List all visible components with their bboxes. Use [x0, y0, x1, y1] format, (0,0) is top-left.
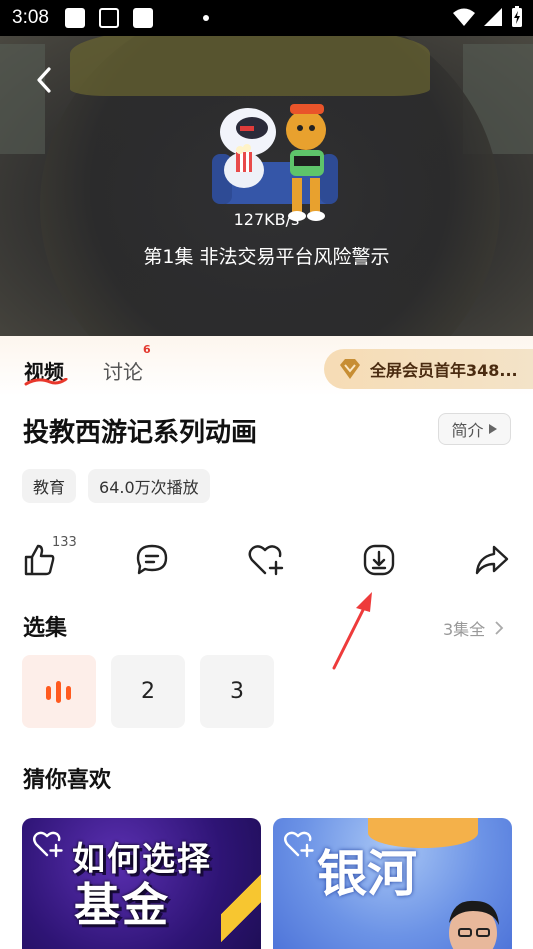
action-bar — [0, 540, 533, 586]
download-speed: 127KB/s — [233, 210, 300, 229]
recommend-card-2[interactable]: 银河 — [273, 818, 512, 949]
episode-2-button[interactable]: 2 — [111, 655, 185, 728]
recommend-card-1-line1: 如何选择 — [72, 839, 212, 878]
status-time: 3:08 — [12, 7, 49, 28]
favorite-button[interactable] — [246, 540, 286, 580]
share-button[interactable] — [472, 540, 512, 580]
tab-active-underline — [24, 378, 68, 386]
presenter-image — [449, 900, 499, 949]
battery-icon — [512, 6, 522, 27]
bg-window-left — [0, 44, 45, 154]
annotation-arrow-icon — [332, 592, 372, 670]
notification-icon-2 — [133, 8, 153, 28]
add-favorite-icon[interactable] — [283, 828, 315, 860]
back-button[interactable] — [28, 64, 60, 96]
content-tabs: 视频 讨论 6 全屏会员首年348... — [0, 336, 533, 396]
recommend-card-2-title: 银河 — [317, 845, 417, 903]
download-icon — [363, 544, 395, 576]
intro-button[interactable]: 简介 — [438, 413, 511, 445]
share-icon — [475, 545, 509, 575]
video-frame-hat — [70, 36, 430, 96]
tag-list: 教育 64.0万次播放 — [22, 469, 210, 503]
wifi-icon — [453, 8, 475, 26]
recommend-card-1-line2: 基金 — [74, 878, 170, 932]
episodes-section-title: 选集 — [23, 616, 68, 641]
tab-discuss[interactable]: 讨论 — [103, 356, 143, 385]
category-tag[interactable]: 教育 — [22, 469, 77, 503]
recommend-card-1-title: 如何选择 基金 — [72, 836, 212, 928]
signal-icon — [484, 8, 502, 26]
vip-diamond-icon — [340, 359, 360, 379]
episode-1-button[interactable] — [22, 655, 96, 728]
app-notification-icon — [99, 8, 119, 28]
card-decoration — [221, 858, 261, 949]
tab-discuss-label: 讨论 — [103, 360, 143, 384]
video-title: 投教西游记系列动画 — [23, 418, 258, 448]
status-icons — [453, 6, 523, 28]
video-player[interactable]: 127KB/s 第1集 非法交易平台风险警示 — [0, 36, 533, 336]
add-favorite-icon[interactable] — [32, 828, 64, 860]
episode-list: 2 3 — [22, 655, 274, 728]
chevron-right-icon — [495, 621, 504, 635]
comment-icon — [136, 544, 168, 575]
download-button[interactable] — [359, 540, 399, 580]
play-count-tag: 64.0万次播放 — [88, 469, 210, 503]
play-triangle-icon — [488, 424, 497, 434]
playing-bars-icon — [46, 680, 71, 703]
episode-title: 第1集 非法交易平台风险警示 — [143, 246, 390, 268]
vip-promo-banner[interactable]: 全屏会员首年348... — [324, 349, 533, 389]
favorite-icon — [248, 545, 284, 576]
status-bar: 3:08 — [0, 0, 533, 36]
comment-button[interactable] — [132, 540, 172, 580]
discuss-count-badge: 6 — [143, 343, 151, 356]
recommend-card-1[interactable]: 如何选择 基金 — [22, 818, 261, 949]
notification-icon — [65, 8, 85, 28]
like-count: 133 — [52, 535, 77, 550]
episodes-count-label: 3集全 — [443, 620, 486, 639]
vip-promo-text: 全屏会员首年348... — [370, 361, 518, 380]
recommend-section-title: 猜你喜欢 — [23, 768, 112, 793]
intro-label: 简介 — [451, 421, 484, 440]
recommend-list: 如何选择 基金 银河 — [22, 818, 512, 949]
tab-video[interactable]: 视频 — [24, 356, 68, 386]
episode-3-button[interactable]: 3 — [200, 655, 274, 728]
notification-dot — [203, 15, 209, 21]
back-arrow-icon — [37, 67, 51, 93]
episodes-count-link[interactable]: 3集全 — [443, 616, 504, 640]
